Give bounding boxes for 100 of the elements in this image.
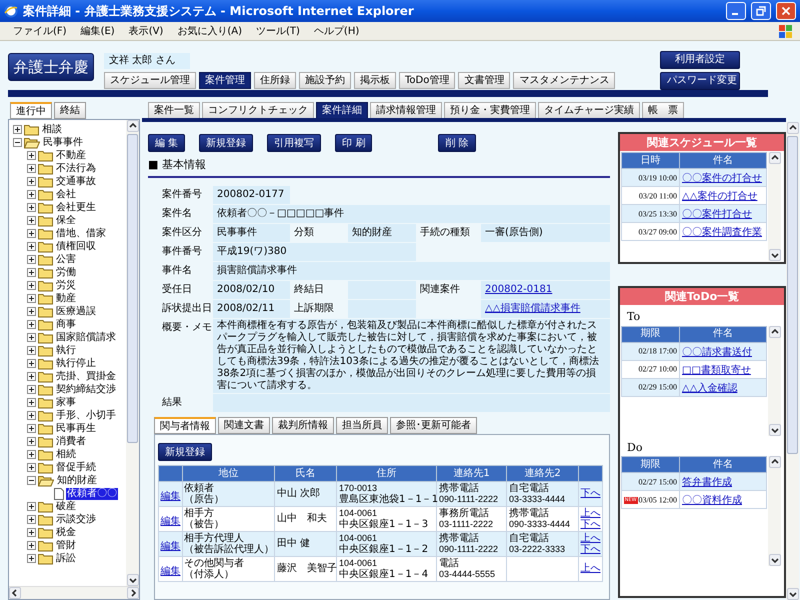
tree-item[interactable]: 家事 — [55, 396, 77, 408]
sub-tab[interactable]: 案件詳細 — [316, 102, 368, 119]
scroll-up-button[interactable] — [126, 120, 138, 132]
menu-item[interactable]: ツール(T) — [251, 24, 305, 38]
scrollbar-thumb[interactable] — [787, 136, 798, 454]
tree-item[interactable]: 訴訟 — [55, 552, 77, 564]
scrollbar[interactable] — [768, 152, 781, 261]
expand-icon[interactable] — [27, 528, 36, 537]
toolbar-button[interactable]: 編 集 — [148, 134, 186, 152]
expand-icon[interactable] — [27, 385, 36, 394]
expand-icon[interactable] — [27, 268, 36, 277]
expand-icon[interactable] — [27, 359, 36, 368]
expand-icon[interactable] — [27, 177, 36, 186]
tree-item[interactable]: 商事 — [55, 318, 77, 330]
tree-item[interactable]: 示談交渉 — [55, 514, 97, 526]
detail-tab[interactable]: 関連文書 — [218, 416, 270, 434]
expand-icon[interactable] — [27, 450, 36, 459]
expand-icon[interactable] — [27, 424, 36, 433]
expand-icon[interactable] — [13, 125, 22, 134]
scroll-up-button[interactable] — [768, 326, 780, 338]
tree-item[interactable]: 労災 — [55, 280, 77, 292]
scroll-left-button[interactable] — [9, 587, 21, 599]
expand-icon[interactable] — [27, 255, 36, 264]
scroll-down-button[interactable] — [768, 424, 780, 436]
new-button[interactable]: 新規登録 — [158, 443, 212, 461]
expand-icon[interactable] — [27, 411, 36, 420]
tree-item[interactable]: 民事再生 — [55, 422, 97, 434]
menu-item[interactable]: お気に入り(A) — [172, 24, 247, 38]
header-button[interactable]: パスワード変更 — [660, 72, 740, 90]
scrollbar-thumb[interactable] — [127, 134, 138, 444]
minimize-button[interactable] — [726, 2, 746, 20]
expand-icon[interactable] — [27, 502, 36, 511]
close-button[interactable] — [776, 2, 796, 20]
tree-item[interactable]: 督促手続 — [55, 462, 97, 474]
tree-item[interactable]: 医療過誤 — [55, 306, 97, 318]
header-button[interactable]: 利用者設定 — [660, 51, 740, 69]
tree-item[interactable]: 破産 — [55, 500, 77, 512]
related-link[interactable]: △△損害賠償請求事件 — [481, 300, 610, 318]
panel-tab[interactable]: 進行中 — [10, 102, 52, 119]
toolbar-button[interactable]: 削 除 — [438, 134, 476, 152]
toolbar-button[interactable]: 新規登録 — [199, 134, 254, 152]
expand-icon[interactable] — [27, 437, 36, 446]
tree-item[interactable]: 執行 — [55, 344, 77, 356]
tree-item[interactable]: 国家賠償請求 — [55, 332, 117, 344]
scroll-up-button[interactable] — [786, 122, 798, 134]
tree-item[interactable]: 不法行為 — [55, 162, 97, 174]
expand-icon[interactable] — [27, 242, 36, 251]
move-link[interactable]: 下へ — [580, 518, 600, 530]
nav-tab[interactable]: 案件管理 — [199, 72, 251, 89]
menu-item[interactable]: 表示(V) — [124, 24, 168, 38]
tree-item[interactable]: 公害 — [55, 254, 77, 266]
detail-tab[interactable]: 関与者情報 — [154, 416, 216, 434]
nav-tab[interactable]: マスタメンテナンス — [513, 72, 616, 89]
expand-icon[interactable] — [27, 164, 36, 173]
expand-icon[interactable] — [27, 294, 36, 303]
tree-item[interactable]: 不動産 — [55, 150, 87, 162]
expand-icon[interactable] — [27, 281, 36, 290]
toolbar-button[interactable]: 引用複写 — [267, 134, 322, 152]
expand-icon[interactable] — [27, 203, 36, 212]
tree-item[interactable]: 契約締結交渉 — [55, 384, 117, 396]
detail-tab[interactable]: 裁判所情報 — [272, 416, 334, 434]
scroll-up-button[interactable] — [768, 456, 780, 468]
expand-icon[interactable] — [27, 307, 36, 316]
tree-item[interactable]: 税金 — [55, 526, 77, 538]
detail-tab[interactable]: 参照･更新可能者 — [390, 416, 477, 434]
menu-item[interactable]: 編集(E) — [76, 24, 120, 38]
sub-tab[interactable]: 帳 票 — [642, 102, 684, 119]
tree-item[interactable]: 依頼者〇〇 — [66, 488, 118, 500]
expand-icon[interactable] — [27, 398, 36, 407]
panel-tab[interactable]: 終結 — [54, 102, 86, 119]
tree-item[interactable]: 会社 — [55, 188, 77, 200]
scrollbar[interactable] — [786, 122, 799, 600]
scroll-down-button[interactable] — [126, 574, 138, 586]
menu-item[interactable]: ヘルプ(H) — [308, 24, 364, 38]
expand-icon[interactable] — [27, 541, 36, 550]
sub-tab[interactable]: 請求情報管理 — [370, 102, 442, 119]
expand-icon[interactable] — [27, 346, 36, 355]
tree-item[interactable]: 管財 — [55, 540, 77, 552]
expand-icon[interactable] — [27, 372, 36, 381]
tree-item[interactable]: 消費者 — [55, 436, 87, 448]
detail-tab[interactable]: 担当所員 — [336, 416, 388, 434]
expand-icon[interactable] — [27, 190, 36, 199]
sub-tab[interactable]: コンフリクトチェック — [202, 102, 314, 119]
collapse-icon[interactable] — [13, 138, 22, 147]
tree-item[interactable]: 民事事件 — [42, 136, 84, 148]
tree-item[interactable]: 債権回収 — [55, 240, 97, 252]
nav-tab[interactable]: 掲示板 — [354, 72, 396, 89]
expand-icon[interactable] — [27, 151, 36, 160]
tree-item[interactable]: 労働 — [55, 266, 77, 278]
expand-icon[interactable] — [27, 463, 36, 472]
move-link[interactable]: 下へ — [580, 544, 600, 554]
expand-icon[interactable] — [27, 333, 36, 342]
expand-icon[interactable] — [27, 229, 36, 238]
move-link[interactable]: 上へ — [580, 532, 600, 544]
tree-item[interactable]: 相続 — [55, 448, 77, 460]
toolbar-button[interactable]: 印 刷 — [335, 134, 372, 152]
restore-button[interactable] — [751, 2, 771, 20]
sub-tab[interactable]: 預り金・実費管理 — [444, 102, 536, 119]
nav-tab[interactable]: 住所録 — [254, 72, 296, 89]
nav-tab[interactable]: 施設予約 — [299, 72, 351, 89]
